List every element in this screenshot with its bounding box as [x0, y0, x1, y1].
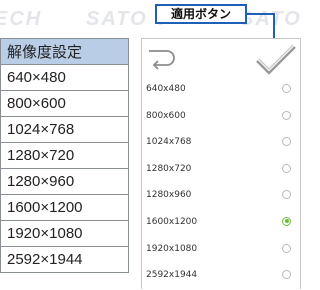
resolution-option[interactable]: 1024x768	[142, 130, 300, 157]
radio-button-selected[interactable]	[282, 216, 291, 226]
resolution-option-list: 640x480 800x600 1024x768 1280x720 1280x9…	[142, 77, 300, 290]
callout-connector	[247, 13, 275, 15]
resolution-option[interactable]: 2592x1944	[142, 263, 300, 290]
table-row: 800×600	[0, 90, 129, 117]
radio-button[interactable]	[282, 190, 291, 200]
option-label: 2592x1944	[146, 270, 198, 281]
checkmark-icon	[256, 44, 296, 75]
resolution-option[interactable]: 1920x1080	[142, 237, 300, 264]
back-arrow-icon	[149, 50, 175, 70]
radio-button[interactable]	[282, 163, 291, 173]
resolution-panel: 640x480 800x600 1024x768 1280x720 1280x9…	[141, 38, 301, 289]
resolution-option[interactable]: 800x600	[142, 104, 300, 131]
table-row: 2592×1944	[0, 246, 129, 273]
table-header: 解像度設定	[0, 38, 129, 65]
table-row: 1600×1200	[0, 194, 129, 221]
resolution-option[interactable]: 1280x960	[142, 183, 300, 210]
table-row: 1920×1080	[0, 220, 129, 247]
table-row: 640×480	[0, 64, 129, 91]
option-label: 1280x960	[146, 190, 192, 201]
option-label: 1024x768	[146, 137, 192, 148]
resolution-option[interactable]: 1280x720	[142, 157, 300, 184]
apply-button-callout: 適用ボタン	[155, 4, 247, 24]
radio-button[interactable]	[282, 270, 291, 280]
option-label: 640x480	[146, 84, 186, 94]
option-label: 1600x1200	[146, 216, 198, 227]
option-label: 1920x1080	[146, 243, 198, 254]
back-button[interactable]	[145, 45, 181, 75]
option-label: 800x600	[146, 110, 186, 121]
radio-button[interactable]	[282, 110, 291, 120]
resolution-option[interactable]: 1600x1200	[142, 210, 300, 237]
radio-button[interactable]	[282, 137, 291, 147]
table-row: 1280×960	[0, 168, 129, 195]
callout-connector	[273, 13, 275, 38]
table-row: 1280×720	[0, 142, 129, 169]
radio-button[interactable]	[282, 84, 291, 93]
background-watermark: ECH SATO T SATO	[0, 8, 302, 30]
table-row: 1024×768	[0, 116, 129, 143]
resolution-option[interactable]: 640x480	[142, 77, 300, 104]
radio-button[interactable]	[282, 243, 291, 253]
option-label: 1280x720	[146, 163, 192, 174]
resolution-table: 解像度設定 640×480 800×600 1024×768 1280×720 …	[0, 38, 129, 273]
apply-button[interactable]	[249, 41, 299, 77]
